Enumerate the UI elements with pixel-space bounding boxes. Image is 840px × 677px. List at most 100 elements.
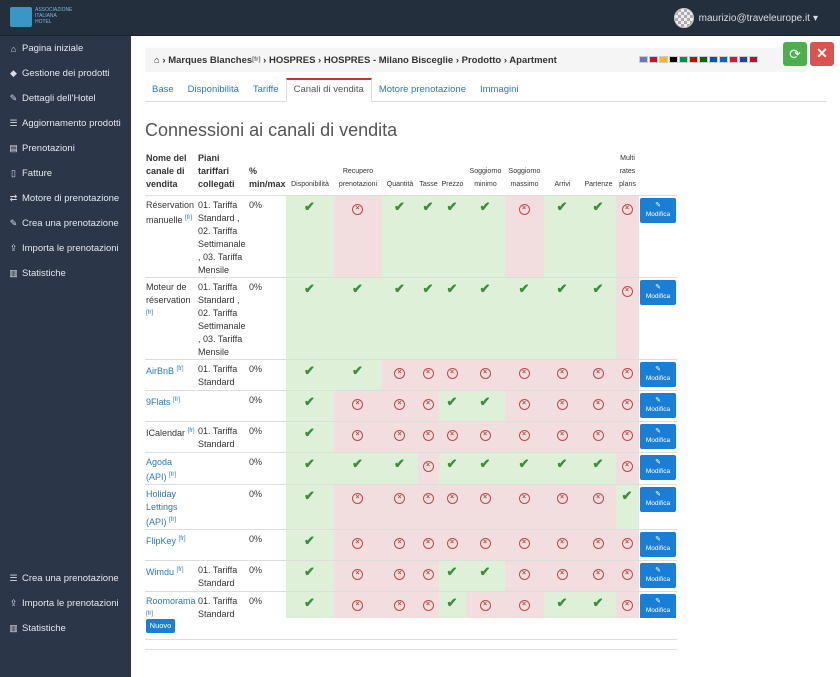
modify-button[interactable]: ✎ Modifica	[640, 563, 676, 588]
language-flags	[639, 56, 759, 63]
tab-canali-di-vendita[interactable]: Canali di vendita	[285, 78, 372, 102]
disabled-cell: ×	[382, 560, 418, 592]
tab-disponibilit-[interactable]: Disponibilità	[181, 78, 246, 102]
sidebar-item-statistiche[interactable]: ▥ Statistiche	[0, 616, 131, 641]
modify-button[interactable]: ✎ Modifica	[640, 455, 676, 480]
sidebar-item-importa-le-prenotazioni[interactable]: ⇪ Importa le prenotazioni	[0, 591, 131, 616]
modify-button[interactable]: ✎ Modifica	[640, 532, 676, 557]
sidebar-item-aggiornamento-prodotti[interactable]: ☰ Aggiornamento prodotti	[0, 111, 131, 136]
sidebar-item-motore-di-prenotazione[interactable]: ⇄ Motore di prenotazione	[0, 186, 131, 211]
flag-icon[interactable]	[699, 56, 708, 63]
percent-cell: 0%	[248, 591, 286, 618]
lang-tag: [fr]	[173, 397, 181, 403]
flag-icon[interactable]	[649, 56, 658, 63]
user-menu[interactable]: maurizio@traveleurope.it ▾	[673, 8, 818, 28]
column-header: Disponibilità	[291, 181, 329, 188]
wand-icon: ✎	[9, 93, 18, 103]
cross-circle-icon: ×	[352, 399, 363, 410]
check-icon: ✔	[394, 456, 405, 471]
channel-name[interactable]: FlipKey	[146, 536, 176, 546]
disabled-cell: ×	[544, 560, 581, 592]
action-cell: ✎ Modifica	[639, 452, 677, 485]
modify-button[interactable]: ✎ Modifica	[640, 594, 676, 618]
cross-circle-icon: ×	[479, 538, 491, 549]
flag-icon[interactable]	[689, 56, 698, 63]
table-row: 9Flats [fr] 0% ✔ × × × ✔ ✔ × × × × ✎ Modifica	[145, 390, 677, 422]
list-icon: ☰	[9, 573, 18, 583]
new-channel-button[interactable]: Nuovo	[146, 619, 175, 633]
list-icon: ☰	[9, 118, 18, 128]
modify-button[interactable]: ✎ Modifica	[640, 393, 676, 418]
sidebar-item-label: Pagina iniziale	[22, 43, 84, 54]
cross-circle-icon: ×	[422, 538, 434, 549]
flag-icon[interactable]	[669, 56, 678, 63]
logo[interactable]: ASSOCIAZIONE ITALIANA HOTEL	[10, 5, 73, 29]
sidebar-item-statistiche[interactable]: ▥ Statistiche	[0, 261, 131, 286]
disabled-cell: ×	[616, 277, 639, 360]
enabled-cell: ✔	[439, 591, 466, 618]
percent-cell: 0%	[248, 277, 286, 360]
disabled-cell: ×	[616, 452, 639, 485]
flag-icon[interactable]	[679, 56, 688, 63]
tab-motore-prenotazione[interactable]: Motore prenotazione	[372, 78, 473, 102]
sidebar-item-pagina-iniziale[interactable]: ⌂ Pagina iniziale	[0, 36, 131, 61]
breadcrumb-item-marques[interactable]: Marques Blanches	[168, 55, 252, 66]
check-icon: ✔	[304, 199, 315, 214]
breadcrumb-rest[interactable]: HOSPRES › HOSPRES - Milano Bisceglie › P…	[269, 55, 557, 66]
sidebar-item-gestione-dei-prodotti[interactable]: ◆ Gestione dei prodotti	[0, 61, 131, 86]
channel-name[interactable]: 9Flats	[146, 397, 171, 407]
modify-button[interactable]: ✎ Modifica	[640, 487, 676, 512]
cross-circle-icon: ×	[621, 368, 633, 379]
table-row: Holiday Lettings (API) [fr] 0% ✔ × × × × × × × × ✔ ✎…	[145, 484, 677, 530]
pencil-icon: ✎	[655, 598, 661, 605]
modify-button[interactable]: ✎ Modifica	[640, 424, 676, 449]
modify-button[interactable]: ✎ Modifica	[640, 362, 676, 387]
flag-icon[interactable]	[749, 56, 758, 63]
column-header: Multi rates plans	[619, 155, 636, 188]
cross-circle-icon: ×	[394, 600, 405, 611]
tab-tariffe[interactable]: Tariffe	[246, 78, 286, 102]
disabled-cell: ×	[616, 390, 639, 422]
channel-name[interactable]: Wimdu	[146, 567, 174, 577]
channel-name[interactable]: AirBnB	[146, 366, 174, 376]
enabled-cell: ✔	[581, 452, 616, 485]
channel-name[interactable]: Roomorama	[146, 596, 196, 606]
flag-icon[interactable]	[729, 56, 738, 63]
lang-tag: [fr]	[176, 567, 184, 573]
check-icon: ✔	[352, 363, 363, 378]
flag-icon[interactable]	[709, 56, 718, 63]
sidebar-item-crea-una-prenotazione[interactable]: ☰ Crea una prenotazione	[0, 566, 131, 591]
close-button[interactable]: ✕	[810, 42, 834, 66]
enabled-cell: ✔	[334, 277, 382, 360]
home-icon[interactable]: ⌂	[154, 55, 160, 66]
sidebar-item-dettagli-dell-hotel[interactable]: ✎ Dettagli dell'Hotel	[0, 86, 131, 111]
flag-icon[interactable]	[659, 56, 668, 63]
rate-plans-cell: 01. Tariffa Standard	[197, 421, 248, 453]
check-icon: ✔	[556, 595, 568, 610]
flag-icon[interactable]	[719, 56, 728, 63]
sidebar-item-crea-una-prenotazione[interactable]: ✎ Crea una prenotazione	[0, 211, 131, 236]
column-header: Soggiorno minimo	[469, 168, 502, 188]
flag-icon[interactable]	[739, 56, 748, 63]
check-icon: ✔	[592, 595, 604, 610]
cross-circle-icon: ×	[592, 368, 604, 379]
tab-immagini[interactable]: Immagini	[473, 78, 526, 102]
modify-button[interactable]: ✎ Modifica	[640, 198, 676, 223]
flag-icon[interactable]	[639, 56, 648, 63]
disabled-cell: ×	[334, 195, 382, 278]
tab-base[interactable]: Base	[145, 78, 181, 102]
sidebar-item-label: Dettagli dell'Hotel	[22, 93, 96, 104]
refresh-button[interactable]: ⟳	[783, 42, 807, 66]
sidebar-item-prenotazioni[interactable]: ▤ Prenotazioni	[0, 136, 131, 161]
sidebar-item-fatture[interactable]: ▯ Fatture	[0, 161, 131, 186]
disabled-cell: ×	[505, 359, 544, 391]
channel-name[interactable]: Agoda (API)	[146, 457, 172, 482]
pencil-icon: ✎	[655, 397, 661, 404]
cross-circle-icon: ×	[621, 399, 633, 410]
enabled-cell: ✔	[382, 195, 418, 278]
channel-name: Moteur de réservation	[146, 282, 191, 305]
check-icon: ✔	[304, 425, 315, 440]
modify-label: Modifica	[645, 211, 671, 218]
sidebar-item-importa-le-prenotazioni[interactable]: ⇪ Importa le prenotazioni	[0, 236, 131, 261]
modify-button[interactable]: ✎ Modifica	[640, 280, 676, 305]
